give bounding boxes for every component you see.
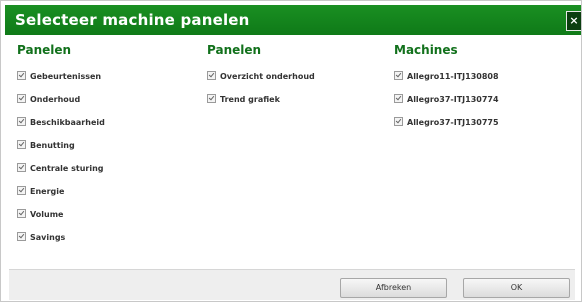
- cancel-button[interactable]: Afbreken: [340, 278, 447, 298]
- checkbox-label: Savings: [30, 233, 66, 242]
- checkbox[interactable]: [17, 94, 26, 103]
- panels-column-1: Panelen Gebeurtenissen Onderhoud Beschik…: [17, 43, 105, 249]
- checkbox-label: Allegro37-ITJ130774: [407, 95, 499, 104]
- panels-column-2: Panelen Overzicht onderhoud Trend grafie…: [207, 43, 315, 111]
- checkbox-label: Allegro11-ITJ130808: [407, 72, 499, 81]
- checkbox[interactable]: [17, 209, 26, 218]
- checkbox-label: Beschikbaarheid: [30, 118, 105, 127]
- checkbox[interactable]: [17, 186, 26, 195]
- checkbox-label: Onderhoud: [30, 95, 81, 104]
- checkbox-item-beschikbaarheid[interactable]: Beschikbaarheid: [17, 111, 105, 134]
- checkbox[interactable]: [394, 117, 403, 126]
- column-heading: Panelen: [207, 43, 262, 57]
- checkbox-item-machine[interactable]: Allegro11-ITJ130808: [394, 65, 499, 88]
- checkbox[interactable]: [394, 94, 403, 103]
- checkbox-label: Centrale sturing: [30, 164, 104, 173]
- checkbox-item-gebeurtenissen[interactable]: Gebeurtenissen: [17, 65, 105, 88]
- checkbox-label: Overzicht onderhoud: [220, 72, 315, 81]
- column-heading: Panelen: [17, 43, 72, 57]
- select-panels-dialog: Selecteer machine panelen × Panelen Gebe…: [0, 0, 582, 302]
- checkbox-item-trend-grafiek[interactable]: Trend grafiek: [207, 88, 315, 111]
- dialog-title: Selecteer machine panelen: [15, 11, 250, 29]
- checkbox[interactable]: [17, 163, 26, 172]
- checkbox-item-savings[interactable]: Savings: [17, 226, 105, 249]
- checkbox-label: Benutting: [30, 141, 75, 150]
- checkbox-label: Trend grafiek: [220, 95, 280, 104]
- checkbox[interactable]: [207, 94, 216, 103]
- checkbox-item-energie[interactable]: Energie: [17, 180, 105, 203]
- column-heading: Machines: [394, 43, 458, 57]
- checkbox-item-overzicht-onderhoud[interactable]: Overzicht onderhoud: [207, 65, 315, 88]
- checkbox-label: Volume: [30, 210, 64, 219]
- machines-column: Machines Allegro11-ITJ130808 Allegro37-I…: [394, 43, 499, 134]
- checkbox[interactable]: [17, 117, 26, 126]
- checkbox-label: Energie: [30, 187, 65, 196]
- close-icon[interactable]: ×: [566, 11, 581, 31]
- checkbox-label: Allegro37-ITJ130775: [407, 118, 499, 127]
- checkbox-item-benutting[interactable]: Benutting: [17, 134, 105, 157]
- checkbox-item-centrale-sturing[interactable]: Centrale sturing: [17, 157, 105, 180]
- dialog-titlebar: Selecteer machine panelen ×: [5, 5, 581, 35]
- checkbox-item-onderhoud[interactable]: Onderhoud: [17, 88, 105, 111]
- checkbox-item-machine[interactable]: Allegro37-ITJ130775: [394, 111, 499, 134]
- checkbox[interactable]: [394, 71, 403, 80]
- checkbox[interactable]: [207, 71, 216, 80]
- ok-button[interactable]: OK: [463, 278, 570, 298]
- checkbox-item-volume[interactable]: Volume: [17, 203, 105, 226]
- checkbox-item-machine[interactable]: Allegro37-ITJ130774: [394, 88, 499, 111]
- checkbox[interactable]: [17, 140, 26, 149]
- checkbox[interactable]: [17, 71, 26, 80]
- checkbox-label: Gebeurtenissen: [30, 72, 102, 81]
- dialog-footer: Afbreken OK: [9, 269, 575, 300]
- checkbox[interactable]: [17, 232, 26, 241]
